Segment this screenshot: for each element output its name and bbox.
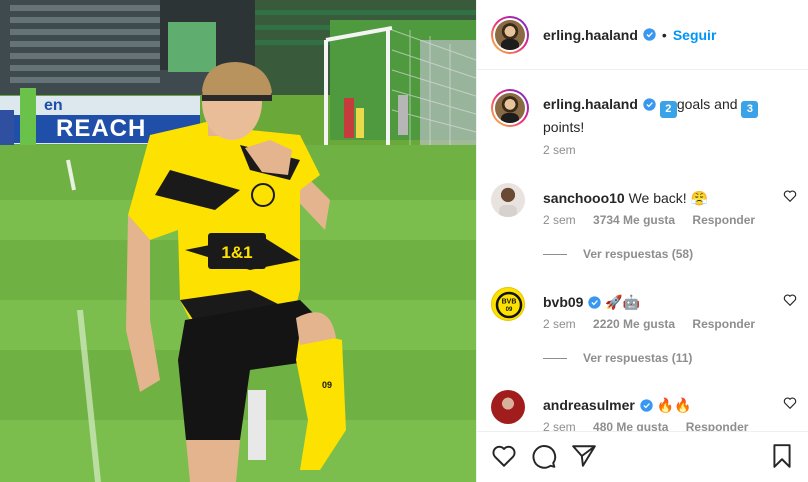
heart-icon[interactable]: [783, 396, 797, 410]
view-replies-button[interactable]: Ver respuestas (58): [543, 247, 693, 261]
comment-body: andreasulmer 🔥🔥: [543, 396, 783, 415]
comment-username[interactable]: bvb09: [543, 294, 583, 310]
comment-likes[interactable]: 480 Me gusta: [593, 420, 668, 431]
svg-text:BVB: BVB: [502, 299, 517, 306]
paper-plane-icon[interactable]: [571, 443, 597, 469]
bvb-crest-icon: BVB 09: [495, 291, 523, 319]
header-separator: •: [661, 26, 667, 43]
heart-icon[interactable]: [491, 443, 517, 469]
sock-number-text: 09: [322, 380, 332, 390]
comment-time[interactable]: 2 sem: [543, 420, 576, 431]
author-avatar[interactable]: [491, 15, 529, 54]
comment-body: sanchooo10 We back! 😤: [543, 189, 783, 208]
post-header: erling.haaland • Seguir: [477, 0, 808, 70]
comment-likes[interactable]: 3734 Me gusta: [593, 213, 675, 227]
comment-avatar[interactable]: BVB 09: [491, 287, 525, 321]
view-replies-label[interactable]: Ver respuestas (58): [583, 247, 693, 261]
comment-likes[interactable]: 2220 Me gusta: [593, 317, 675, 331]
caption-text-2: points!: [543, 119, 585, 135]
view-replies-label[interactable]: Ver respuestas (11): [583, 351, 692, 365]
comment-meta: 2 sem 3734 Me gusta Responder: [543, 213, 769, 227]
post-photo-illustration: 1&1 09: [0, 0, 476, 482]
comment-username[interactable]: andreasulmer: [543, 397, 635, 413]
author-avatar-image: [495, 19, 525, 50]
heart-icon[interactable]: [783, 293, 797, 307]
post-side-panel: erling.haaland • Seguir erling.haaland 2…: [476, 0, 808, 482]
comment-bubble-icon[interactable]: [531, 443, 557, 469]
replies-divider: [543, 253, 567, 255]
comment-time[interactable]: 2 sem: [543, 317, 576, 331]
comments-list[interactable]: erling.haaland 2 goals and 3 points! 2 se…: [477, 71, 808, 431]
verified-badge-icon: [640, 399, 653, 412]
comment-username[interactable]: sanchooo10: [543, 190, 625, 206]
stadium-banner-text: REACH: [56, 115, 147, 142]
bookmark-icon[interactable]: [769, 443, 795, 469]
keycap-two-emoji: 2: [659, 101, 677, 118]
verified-badge-icon: [643, 98, 656, 111]
stadium-banner-prefix: en: [44, 97, 63, 114]
verified-badge-icon: [643, 28, 656, 41]
replies-divider: [543, 357, 567, 359]
reply-button[interactable]: Responder: [692, 213, 755, 227]
comment-meta: 2 sem 2220 Me gusta Responder: [543, 317, 769, 331]
comment-body: bvb09 🚀🤖: [543, 293, 783, 312]
comment-avatar[interactable]: [491, 183, 525, 217]
comment-text: 🚀🤖: [605, 294, 641, 310]
author-username[interactable]: erling.haaland: [543, 27, 638, 43]
comment-avatar[interactable]: [491, 390, 525, 424]
caption-body: erling.haaland 2 goals and 3 points!: [543, 95, 783, 137]
verified-badge-icon: [588, 296, 602, 309]
caption-time[interactable]: 2 sem: [543, 143, 576, 157]
stadium-banner: en REACH: [0, 96, 200, 144]
instagram-post: 1&1 09 en REACH erling.haaland • Seguir …: [0, 0, 808, 482]
caption-avatar[interactable]: [491, 89, 529, 127]
reply-button[interactable]: Responder: [692, 317, 755, 331]
comment-text: 🔥🔥: [656, 397, 692, 413]
post-photo[interactable]: 1&1 09 en REACH: [0, 0, 476, 482]
comment-meta: 2 sem 480 Me gusta Responder: [543, 420, 762, 431]
action-bar: [477, 431, 808, 482]
view-replies-button[interactable]: Ver respuestas (11): [543, 351, 692, 365]
caption-username[interactable]: erling.haaland: [543, 96, 638, 112]
caption-meta: 2 sem: [543, 143, 590, 157]
heart-icon[interactable]: [783, 189, 797, 203]
caption-text-1: goals and: [676, 96, 738, 112]
reply-button[interactable]: Responder: [686, 420, 749, 431]
comment-time[interactable]: 2 sem: [543, 213, 576, 227]
keycap-three-emoji: 3: [741, 101, 759, 118]
comment-text: We back! 😤: [628, 190, 709, 206]
shirt-sponsor-text: 1&1: [221, 243, 252, 262]
follow-button[interactable]: Seguir: [673, 27, 717, 43]
svg-text:09: 09: [506, 307, 513, 313]
